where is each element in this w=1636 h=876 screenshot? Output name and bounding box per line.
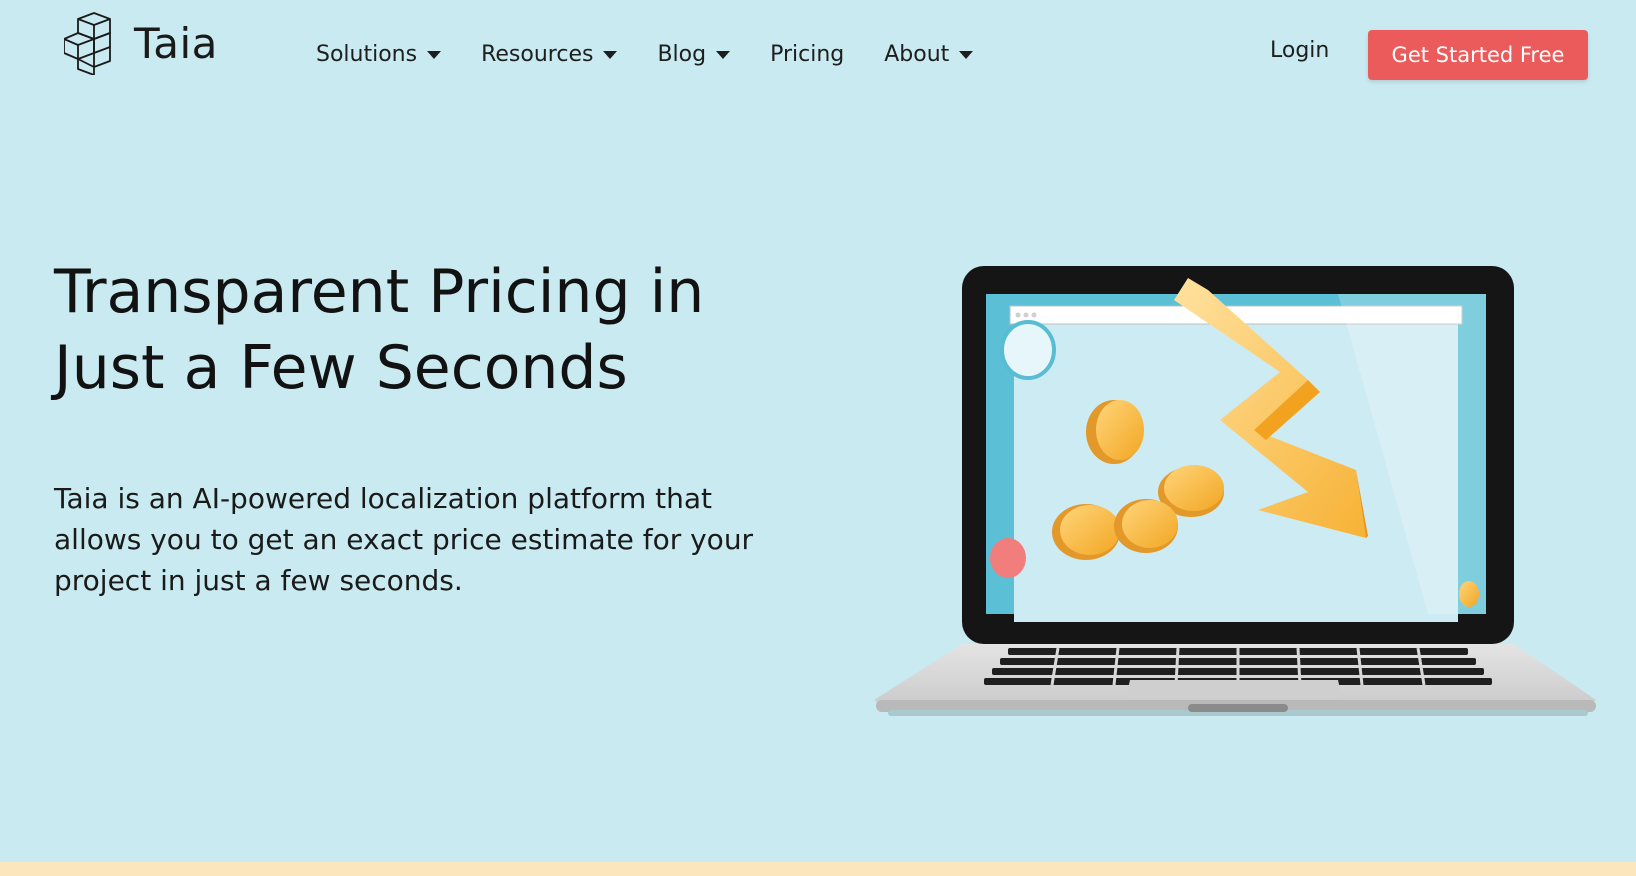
nav-label: Blog <box>657 41 707 67</box>
hero-description-line: Taia is an AI-powered localization platf… <box>54 482 713 515</box>
caret-down-icon <box>716 51 731 59</box>
next-section-strip <box>0 862 1636 876</box>
bubble-icon <box>990 538 1026 578</box>
nav-solutions[interactable]: Solutions <box>316 41 442 67</box>
nav-resources[interactable]: Resources <box>481 41 618 67</box>
login-link[interactable]: Login <box>1270 38 1329 63</box>
laptop-base <box>874 644 1596 716</box>
bubble-icon <box>1000 320 1056 380</box>
hero-description: Taia is an AI-powered localization platf… <box>54 478 794 601</box>
hero-description-line: allows you to get an exact price estimat… <box>54 523 754 556</box>
nav-pricing[interactable]: Pricing <box>770 42 844 67</box>
hero-title-line: Transparent Pricing in <box>54 257 705 327</box>
nav-label: Resources <box>481 41 594 67</box>
nav-blog[interactable]: Blog <box>657 41 731 67</box>
nav-label: Pricing <box>770 41 845 67</box>
bubble-icon <box>1459 581 1479 607</box>
laptop-illustration <box>874 266 1596 716</box>
hero-description-line: project in just a few seconds. <box>54 564 463 597</box>
site-header: Taia Solutions Resources Blog Pricing Ab… <box>0 0 1636 110</box>
nav-about[interactable]: About <box>884 41 974 67</box>
hero-title: Transparent Pricing in Just a Few Second… <box>54 254 814 406</box>
brand-name: Taia <box>134 18 218 68</box>
brand-logo[interactable]: Taia <box>64 10 218 76</box>
caret-down-icon <box>959 51 974 59</box>
cube-stack-icon <box>64 12 111 75</box>
main-nav: Solutions Resources Blog Pricing About <box>316 34 1013 74</box>
nav-label: Solutions <box>316 41 418 67</box>
caret-down-icon <box>427 51 442 59</box>
hero-title-line: Just a Few Seconds <box>54 333 628 403</box>
nav-label: About <box>884 41 950 67</box>
get-started-button[interactable]: Get Started Free <box>1368 30 1588 80</box>
caret-down-icon <box>603 51 618 59</box>
